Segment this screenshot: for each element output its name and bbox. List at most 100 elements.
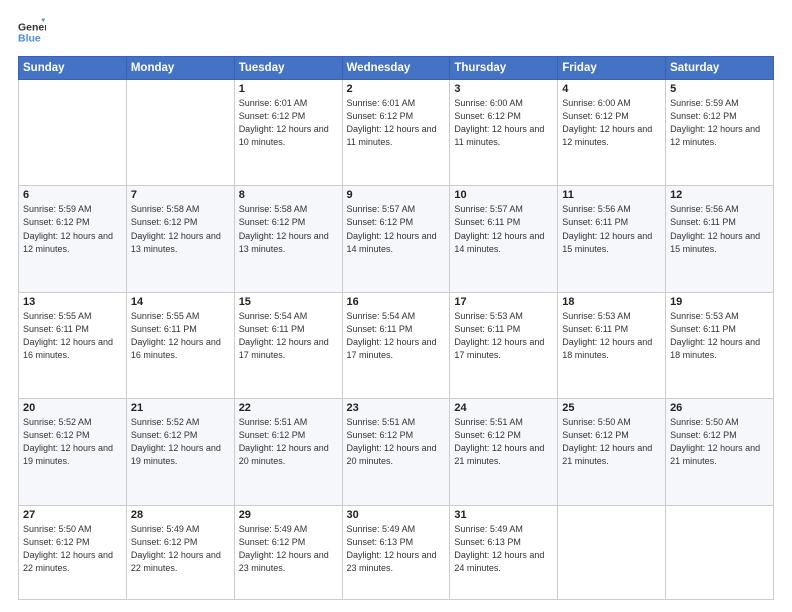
day-info: Sunrise: 5:50 AMSunset: 6:12 PMDaylight:… — [670, 416, 769, 468]
week-row-4: 20Sunrise: 5:52 AMSunset: 6:12 PMDayligh… — [19, 399, 774, 505]
calendar-cell: 26 Sunrise: 5:50 AMSunset: 6:12 PMDayligh… — [666, 399, 774, 505]
day-number: 16 — [347, 296, 446, 308]
calendar-cell: 15 Sunrise: 5:54 AMSunset: 6:11 PMDayligh… — [234, 292, 342, 398]
calendar-cell: 24 Sunrise: 5:51 AMSunset: 6:12 PMDayligh… — [450, 399, 558, 505]
calendar-cell: 30Sunrise: 5:49 AMSunset: 6:13 PMDayligh… — [342, 505, 450, 599]
calendar-cell: 1Sunrise: 6:01 AMSunset: 6:12 PMDaylight… — [234, 80, 342, 186]
calendar-cell: 16 Sunrise: 5:54 AMSunset: 6:11 PMDayligh… — [342, 292, 450, 398]
day-number: 14 — [131, 296, 230, 308]
calendar-page: General Blue SundayMondayTuesdayWednesda… — [0, 0, 792, 612]
calendar-cell: 23 Sunrise: 5:51 AMSunset: 6:12 PMDayligh… — [342, 399, 450, 505]
day-number: 20 — [23, 402, 122, 414]
weekday-thursday: Thursday — [450, 57, 558, 80]
day-info: Sunrise: 5:51 AMSunset: 6:12 PMDaylight:… — [454, 416, 553, 468]
day-number: 31 — [454, 509, 553, 521]
day-number: 7 — [131, 189, 230, 201]
day-number: 13 — [23, 296, 122, 308]
day-number: 25 — [562, 402, 661, 414]
calendar-cell: 8 Sunrise: 5:58 AMSunset: 6:12 PMDaylight… — [234, 186, 342, 292]
calendar-cell: 12 Sunrise: 5:56 AMSunset: 6:11 PMDayligh… — [666, 186, 774, 292]
day-info: Sunrise: 5:49 AMSunset: 6:13 PMDaylight:… — [454, 523, 553, 575]
calendar-cell: 31 Sunrise: 5:49 AMSunset: 6:13 PMDayligh… — [450, 505, 558, 599]
calendar-cell — [666, 505, 774, 599]
day-number: 8 — [239, 189, 338, 201]
day-number: 2 — [347, 83, 446, 95]
day-info: Sunrise: 5:50 AMSunset: 6:12 PMDaylight:… — [562, 416, 661, 468]
calendar-cell: 7 Sunrise: 5:58 AMSunset: 6:12 PMDaylight… — [126, 186, 234, 292]
calendar-cell: 28 Sunrise: 5:49 AMSunset: 6:12 PMDayligh… — [126, 505, 234, 599]
day-info: Sunrise: 5:49 AMSunset: 6:12 PMDaylight:… — [131, 523, 230, 575]
day-number: 23 — [347, 402, 446, 414]
day-number: 18 — [562, 296, 661, 308]
svg-text:Blue: Blue — [18, 33, 41, 45]
calendar-cell: 6 Sunrise: 5:59 AMSunset: 6:12 PMDaylight… — [19, 186, 127, 292]
day-info: Sunrise: 6:00 AMSunset: 6:12 PMDaylight:… — [454, 97, 553, 149]
calendar-cell — [558, 505, 666, 599]
week-row-2: 6 Sunrise: 5:59 AMSunset: 6:12 PMDaylight… — [19, 186, 774, 292]
day-number: 22 — [239, 402, 338, 414]
day-info: Sunrise: 5:54 AMSunset: 6:11 PMDaylight:… — [239, 310, 338, 362]
weekday-header-row: SundayMondayTuesdayWednesdayThursdayFrid… — [19, 57, 774, 80]
calendar-cell — [19, 80, 127, 186]
calendar-cell: 27Sunrise: 5:50 AMSunset: 6:12 PMDayligh… — [19, 505, 127, 599]
calendar-cell: 21Sunrise: 5:52 AMSunset: 6:12 PMDayligh… — [126, 399, 234, 505]
day-number: 4 — [562, 83, 661, 95]
day-number: 24 — [454, 402, 553, 414]
day-number: 17 — [454, 296, 553, 308]
header: General Blue — [18, 18, 774, 46]
day-info: Sunrise: 6:01 AMSunset: 6:12 PMDaylight:… — [347, 97, 446, 149]
day-info: Sunrise: 5:56 AMSunset: 6:11 PMDaylight:… — [670, 203, 769, 255]
day-number: 6 — [23, 189, 122, 201]
weekday-sunday: Sunday — [19, 57, 127, 80]
weekday-tuesday: Tuesday — [234, 57, 342, 80]
day-info: Sunrise: 5:57 AMSunset: 6:12 PMDaylight:… — [347, 203, 446, 255]
day-number: 12 — [670, 189, 769, 201]
day-number: 30 — [347, 509, 446, 521]
day-info: Sunrise: 5:53 AMSunset: 6:11 PMDaylight:… — [454, 310, 553, 362]
day-info: Sunrise: 5:56 AMSunset: 6:11 PMDaylight:… — [562, 203, 661, 255]
day-number: 5 — [670, 83, 769, 95]
day-info: Sunrise: 5:54 AMSunset: 6:11 PMDaylight:… — [347, 310, 446, 362]
calendar-cell — [126, 80, 234, 186]
day-number: 3 — [454, 83, 553, 95]
day-info: Sunrise: 5:57 AMSunset: 6:11 PMDaylight:… — [454, 203, 553, 255]
day-info: Sunrise: 5:51 AMSunset: 6:12 PMDaylight:… — [347, 416, 446, 468]
day-number: 1 — [239, 83, 338, 95]
weekday-saturday: Saturday — [666, 57, 774, 80]
logo: General Blue — [18, 18, 46, 46]
day-number: 26 — [670, 402, 769, 414]
calendar-cell: 19Sunrise: 5:53 AMSunset: 6:11 PMDayligh… — [666, 292, 774, 398]
calendar-cell: 10Sunrise: 5:57 AMSunset: 6:11 PMDayligh… — [450, 186, 558, 292]
svg-text:General: General — [18, 21, 46, 33]
day-info: Sunrise: 5:55 AMSunset: 6:11 PMDaylight:… — [131, 310, 230, 362]
week-row-1: 1 Sunrise: 6:01 AMSunset: 6:12 PMDaylight… — [19, 80, 774, 186]
calendar-cell: 20Sunrise: 5:52 AMSunset: 6:12 PMDayligh… — [19, 399, 127, 505]
day-info: Sunrise: 5:58 AMSunset: 6:12 PMDaylight:… — [131, 203, 230, 255]
day-info: Sunrise: 5:59 AMSunset: 6:12 PMDaylight:… — [23, 203, 122, 255]
calendar-cell: 29Sunrise: 5:49 AMSunset: 6:12 PMDayligh… — [234, 505, 342, 599]
day-number: 28 — [131, 509, 230, 521]
week-row-5: 27Sunrise: 5:50 AMSunset: 6:12 PMDayligh… — [19, 505, 774, 599]
day-number: 21 — [131, 402, 230, 414]
day-number: 9 — [347, 189, 446, 201]
week-row-3: 13 Sunrise: 5:55 AMSunset: 6:11 PMDayligh… — [19, 292, 774, 398]
calendar-cell: 17 Sunrise: 5:53 AMSunset: 6:11 PMDayligh… — [450, 292, 558, 398]
calendar-cell: 5 Sunrise: 5:59 AMSunset: 6:12 PMDaylight… — [666, 80, 774, 186]
logo-icon: General Blue — [18, 18, 46, 46]
calendar-table: SundayMondayTuesdayWednesdayThursdayFrid… — [18, 56, 774, 600]
calendar-cell: 4Sunrise: 6:00 AMSunset: 6:12 PMDaylight… — [558, 80, 666, 186]
day-number: 19 — [670, 296, 769, 308]
day-info: Sunrise: 5:58 AMSunset: 6:12 PMDaylight:… — [239, 203, 338, 255]
day-number: 27 — [23, 509, 122, 521]
day-info: Sunrise: 5:51 AMSunset: 6:12 PMDaylight:… — [239, 416, 338, 468]
day-number: 15 — [239, 296, 338, 308]
calendar-cell: 11Sunrise: 5:56 AMSunset: 6:11 PMDayligh… — [558, 186, 666, 292]
calendar-cell: 25 Sunrise: 5:50 AMSunset: 6:12 PMDayligh… — [558, 399, 666, 505]
calendar-cell: 2 Sunrise: 6:01 AMSunset: 6:12 PMDaylight… — [342, 80, 450, 186]
day-info: Sunrise: 5:59 AMSunset: 6:12 PMDaylight:… — [670, 97, 769, 149]
calendar-cell: 13 Sunrise: 5:55 AMSunset: 6:11 PMDayligh… — [19, 292, 127, 398]
day-info: Sunrise: 5:55 AMSunset: 6:11 PMDaylight:… — [23, 310, 122, 362]
weekday-monday: Monday — [126, 57, 234, 80]
calendar-cell: 22 Sunrise: 5:51 AMSunset: 6:12 PMDayligh… — [234, 399, 342, 505]
calendar-cell: 18Sunrise: 5:53 AMSunset: 6:11 PMDayligh… — [558, 292, 666, 398]
